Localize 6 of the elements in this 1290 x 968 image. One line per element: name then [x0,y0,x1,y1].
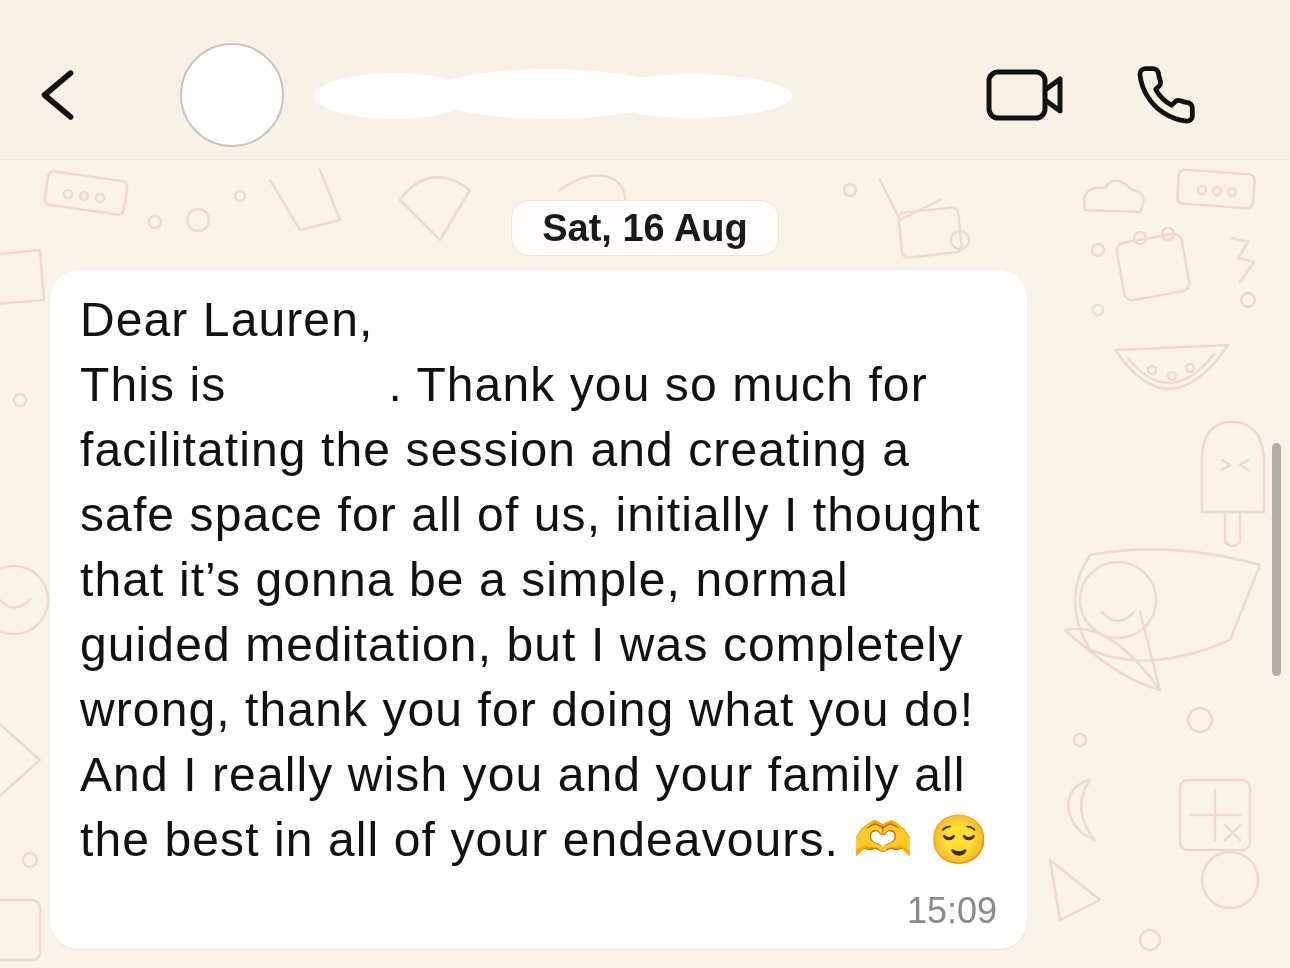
message-time: 15:09 [906,890,997,932]
scrollbar-thumb[interactable] [1272,443,1281,676]
video-call-icon[interactable] [985,67,1065,122]
date-chip: Sat, 16 Aug [511,200,779,256]
message-text: Dear Lauren, This is . Thank you so much for facilitating the session and creating a safe space for all of us, initially I thought that it’s gonna be a simple, normal guided meditation, but I was completely wrong, thank you for doing what you do! And I really wish you and your family all the best in all of your endeavours. 🫶 😌 [80,292,992,868]
phone-icon[interactable] [1137,65,1195,124]
